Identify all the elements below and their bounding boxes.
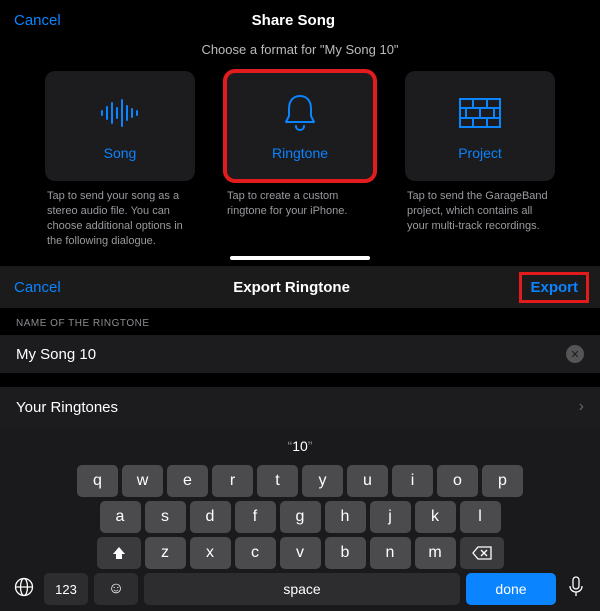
key-q[interactable]: q [77, 465, 118, 497]
key-h[interactable]: h [325, 501, 366, 533]
bricks-icon [458, 91, 502, 135]
key-m[interactable]: m [415, 537, 456, 569]
export-button[interactable]: Export [522, 275, 586, 300]
key-b[interactable]: b [325, 537, 366, 569]
dictation-icon[interactable] [562, 576, 590, 603]
key-v[interactable]: v [280, 537, 321, 569]
card-label: Ringtone [272, 145, 328, 161]
key-p[interactable]: p [482, 465, 523, 497]
your-ringtones-row[interactable]: Your Ringtones › [0, 387, 600, 427]
nav-bar: Cancel Share Song [0, 0, 600, 40]
ringtone-name-field[interactable]: My Song 10 ✕ [0, 335, 600, 373]
keyboard: “10” qwertyuiop asdfghjkl zxcvbnm 123 ☺ … [0, 427, 600, 611]
bell-icon [278, 91, 322, 135]
page-title: Export Ringtone [61, 279, 523, 296]
card-description: Tap to create a custom ringtone for your… [225, 189, 375, 219]
card-label: Song [104, 145, 137, 161]
key-f[interactable]: f [235, 501, 276, 533]
page-title: Share Song [61, 12, 526, 29]
chevron-right-icon: › [579, 398, 584, 416]
suggestion-text: 10 [292, 438, 308, 454]
export-ringtone-screen: Cancel Export Ringtone Export NAME OF TH… [0, 266, 600, 558]
key-o[interactable]: o [437, 465, 478, 497]
waveform-icon [98, 91, 142, 135]
key-x[interactable]: x [190, 537, 231, 569]
key-w[interactable]: w [122, 465, 163, 497]
nav-bar: Cancel Export Ringtone Export [0, 266, 600, 308]
key-a[interactable]: a [100, 501, 141, 533]
suggestion-bar[interactable]: “10” [4, 431, 596, 461]
key-d[interactable]: d [190, 501, 231, 533]
format-cards: Song Tap to send your song as a stereo a… [0, 57, 600, 248]
cancel-button[interactable]: Cancel [14, 279, 61, 296]
key-s[interactable]: s [145, 501, 186, 533]
key-e[interactable]: e [167, 465, 208, 497]
cancel-button[interactable]: Cancel [14, 12, 61, 29]
card-description: Tap to send your song as a stereo audio … [45, 189, 195, 248]
key-y[interactable]: y [302, 465, 343, 497]
key-z[interactable]: z [145, 537, 186, 569]
card-label: Project [458, 145, 502, 161]
key-g[interactable]: g [280, 501, 321, 533]
share-song-screen: Cancel Share Song Choose a format for "M… [0, 0, 600, 266]
key-shift[interactable] [97, 537, 141, 569]
card-ringtone[interactable]: Ringtone [225, 71, 375, 181]
card-description: Tap to send the GarageBand project, whic… [405, 189, 555, 234]
key-k[interactable]: k [415, 501, 456, 533]
key-n[interactable]: n [370, 537, 411, 569]
key-done[interactable]: done [466, 573, 556, 605]
your-ringtones-label: Your Ringtones [16, 399, 118, 416]
key-r[interactable]: r [212, 465, 253, 497]
key-i[interactable]: i [392, 465, 433, 497]
section-label: NAME OF THE RINGTONE [0, 308, 600, 335]
key-123[interactable]: 123 [44, 573, 88, 605]
globe-icon[interactable] [10, 577, 38, 602]
ringtone-name-value: My Song 10 [16, 346, 96, 363]
key-c[interactable]: c [235, 537, 276, 569]
card-song[interactable]: Song [45, 71, 195, 181]
key-u[interactable]: u [347, 465, 388, 497]
home-indicator[interactable] [230, 256, 370, 260]
key-space[interactable]: space [144, 573, 460, 605]
clear-text-icon[interactable]: ✕ [566, 345, 584, 363]
key-l[interactable]: l [460, 501, 501, 533]
key-t[interactable]: t [257, 465, 298, 497]
key-j[interactable]: j [370, 501, 411, 533]
card-project[interactable]: Project [405, 71, 555, 181]
subtitle: Choose a format for "My Song 10" [0, 42, 600, 57]
emoji-key[interactable]: ☺ [94, 573, 138, 605]
key-backspace[interactable] [460, 537, 504, 569]
